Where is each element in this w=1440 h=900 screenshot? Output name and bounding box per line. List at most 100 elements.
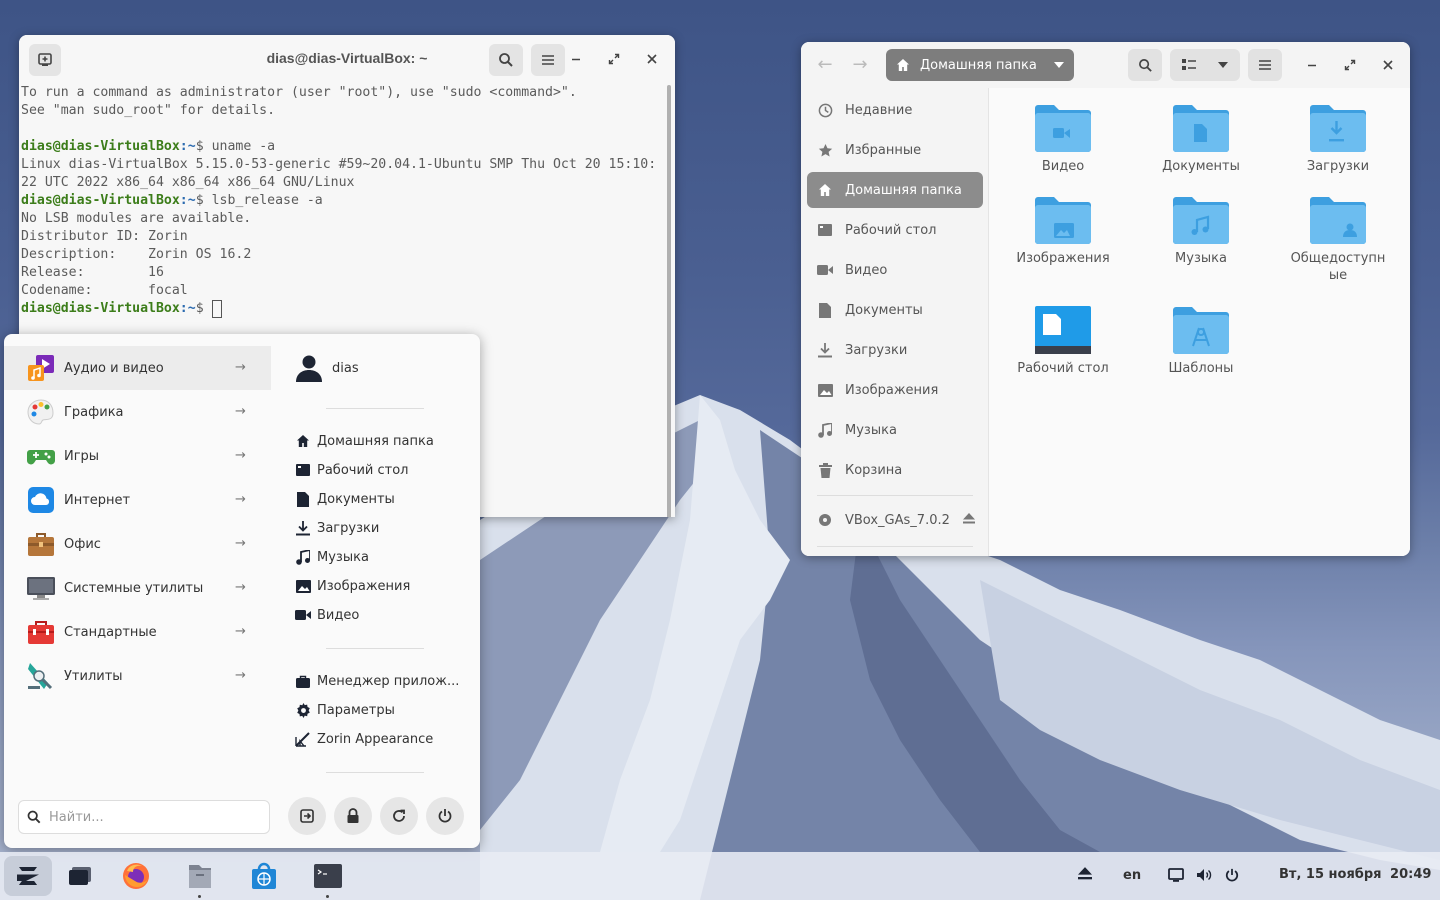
folder-item[interactable]: Шаблоны — [1136, 304, 1266, 377]
taskbar-show-windows[interactable] — [62, 858, 98, 894]
prompt-path: :~ — [179, 301, 196, 316]
clock[interactable]: Вт, 15 ноября 20:49 — [1279, 867, 1431, 882]
power-off-button[interactable] — [426, 797, 464, 835]
menu-place-image[interactable]: Изображения — [295, 575, 410, 597]
volume-button[interactable] — [1196, 868, 1212, 886]
menu-system-software-manager[interactable]: Менеджер прилож... — [295, 670, 459, 692]
keyboard-layout-indicator[interactable]: en — [1123, 868, 1141, 883]
system-power-button[interactable] — [1225, 868, 1239, 886]
menu-place-download[interactable]: Загрузки — [295, 517, 379, 539]
menu-category-label: Стандартные — [64, 624, 157, 640]
sidebar-item-device[interactable]: VBox_GAs_7.0.2 — [807, 502, 983, 538]
menu-divider — [326, 408, 424, 409]
menu-search-box[interactable] — [18, 800, 270, 834]
menu-place-document[interactable]: Документы — [295, 488, 395, 510]
menu-category-system-monitor[interactable]: Системные утилиты → — [4, 566, 271, 610]
arrow-right-icon: → — [235, 668, 246, 683]
sidebar-item-desktop[interactable]: Рабочий стол — [807, 212, 983, 248]
folder-item[interactable]: Общедоступные — [1273, 194, 1403, 284]
folder-item[interactable]: Загрузки — [1273, 102, 1403, 175]
terminal-search-button[interactable] — [489, 44, 523, 76]
sidebar-item-music[interactable]: Музыка — [807, 412, 983, 448]
folder-label: Документы — [1162, 159, 1240, 174]
minimize-button[interactable] — [1302, 55, 1322, 75]
logout-icon — [300, 809, 314, 823]
menu-search-input[interactable] — [49, 809, 249, 825]
sidebar-item-image[interactable]: Изображения — [807, 372, 983, 408]
multimedia-icon — [26, 353, 56, 383]
user-name: dias — [332, 360, 359, 376]
maximize-button[interactable] — [1340, 55, 1360, 75]
file-search-button[interactable] — [1128, 49, 1162, 81]
forward-button[interactable]: → — [850, 55, 870, 75]
taskbar: en Вт, 15 ноября 20:49 — [0, 852, 1440, 900]
arrow-right-icon: → — [235, 360, 246, 375]
terminal-text: 22 UTC 2022 x86_64 x86_64 x86_64 GNU/Lin… — [21, 175, 355, 190]
lock-screen-button[interactable] — [334, 797, 372, 835]
close-button[interactable] — [642, 49, 662, 69]
sidebar-item-video[interactable]: Видео — [807, 252, 983, 288]
hamburger-icon — [542, 55, 554, 65]
folder-item[interactable]: Видео — [998, 102, 1128, 175]
graphics-palette-icon — [26, 397, 56, 427]
terminal-text: Release: 16 — [21, 265, 164, 280]
sidebar-item-clock[interactable]: Недавние — [807, 92, 983, 128]
removable-media-button[interactable] — [1078, 867, 1092, 884]
eject-button[interactable] — [963, 512, 975, 528]
logout-button[interactable] — [288, 797, 326, 835]
file-menu-button[interactable] — [1248, 49, 1282, 81]
music-folder-icon — [1136, 194, 1266, 246]
sidebar-item-label: Музыка — [845, 422, 897, 438]
file-manager-window[interactable]: ← → Домашняя папка VBox_GAs_7.0.2 Недавн… — [801, 42, 1410, 556]
folder-item[interactable]: Рабочий стол — [998, 304, 1128, 377]
volume-icon — [1197, 869, 1212, 881]
sidebar-item-home[interactable]: Домашняя папка — [807, 172, 983, 208]
list-view-icon — [1182, 59, 1196, 70]
folder-item[interactable]: Музыка — [1136, 194, 1266, 267]
menu-category-office-briefcase[interactable]: Офис → — [4, 522, 271, 566]
sidebar-item-document[interactable]: Документы — [807, 292, 983, 328]
menu-category-utilities[interactable]: Утилиты → — [4, 654, 271, 698]
maximize-button[interactable] — [604, 49, 624, 69]
sidebar-item-label: Загрузки — [845, 342, 908, 358]
taskbar-files[interactable] — [182, 858, 218, 898]
zorin-menu-button[interactable] — [4, 856, 52, 896]
menu-category-accessories-toolbox[interactable]: Стандартные → — [4, 610, 271, 654]
menu-system-appearance-brush[interactable]: Zorin Appearance — [295, 728, 433, 750]
taskbar-firefox[interactable] — [118, 858, 154, 894]
menu-category-internet-cloud[interactable]: Интернет → — [4, 478, 271, 522]
folder-item[interactable]: Изображения — [998, 194, 1128, 267]
download-icon — [817, 342, 833, 358]
display-button[interactable] — [1168, 868, 1184, 886]
terminal-titlebar[interactable]: dias@dias-VirtualBox: ~ — [19, 35, 675, 83]
menu-system-settings-gear[interactable]: Параметры — [295, 699, 395, 721]
terminal-scrollbar[interactable] — [667, 85, 671, 517]
folder-item[interactable]: Документы — [1136, 102, 1266, 175]
restart-button[interactable] — [380, 797, 418, 835]
sidebar-item-trash[interactable]: Корзина — [807, 452, 983, 488]
zorin-logo-icon — [17, 867, 39, 885]
close-button[interactable] — [1378, 55, 1398, 75]
location-breadcrumb[interactable]: Домашняя папка — [886, 49, 1074, 81]
menu-place-video[interactable]: Видео — [295, 604, 359, 626]
prompt-user: dias@dias-VirtualBox — [21, 139, 180, 154]
desktop-icon — [295, 462, 311, 478]
minimize-button[interactable] — [566, 49, 586, 69]
taskbar-terminal[interactable] — [310, 858, 346, 898]
menu-category-graphics-palette[interactable]: Графика → — [4, 390, 271, 434]
back-button[interactable]: ← — [815, 55, 835, 75]
menu-place-home[interactable]: Домашняя папка — [295, 430, 434, 452]
terminal-line: Linux dias-VirtualBox 5.15.0-53-generic … — [21, 156, 663, 174]
menu-category-multimedia[interactable]: Аудио и видео → — [4, 346, 271, 390]
file-manager-headerbar[interactable]: ← → Домашняя папка — [801, 42, 1410, 88]
view-options-button[interactable] — [1170, 49, 1240, 81]
terminal-menu-button[interactable] — [531, 44, 565, 76]
sidebar-item-download[interactable]: Загрузки — [807, 332, 983, 368]
menu-place-desktop[interactable]: Рабочий стол — [295, 459, 408, 481]
taskbar-software[interactable] — [246, 858, 282, 894]
menu-category-games-gamepad[interactable]: Игры → — [4, 434, 271, 478]
running-indicator — [198, 895, 201, 898]
menu-place-music[interactable]: Музыка — [295, 546, 369, 568]
user-account[interactable]: dias — [295, 354, 359, 382]
sidebar-item-star[interactable]: Избранные — [807, 132, 983, 168]
